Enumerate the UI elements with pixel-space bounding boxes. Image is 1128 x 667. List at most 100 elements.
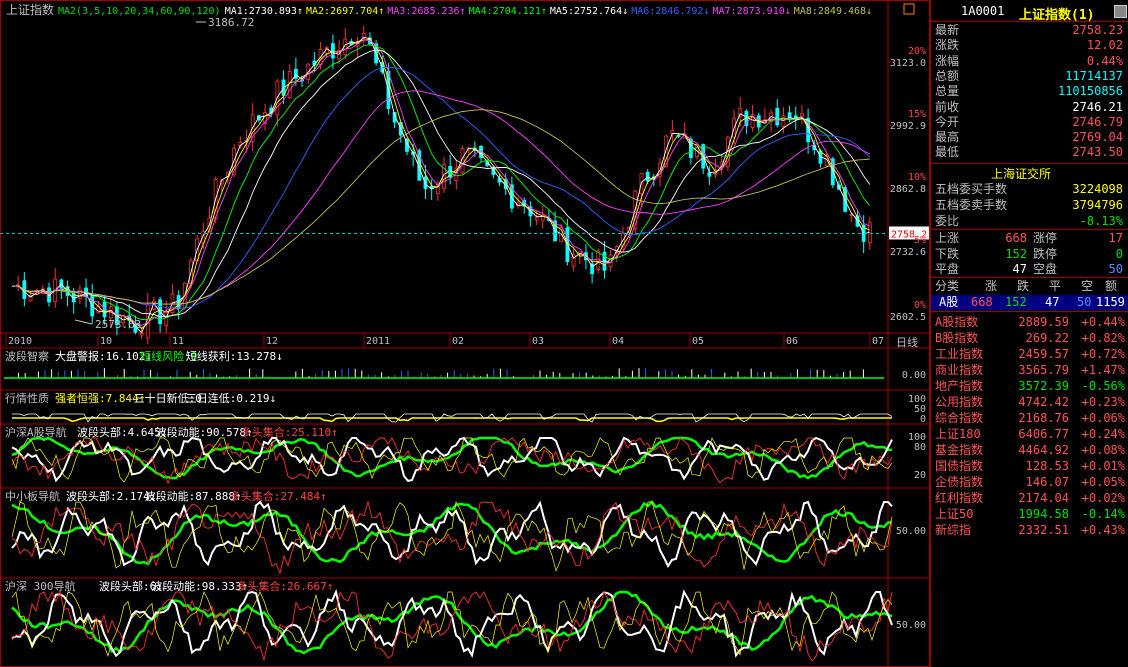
index-row[interactable]: 工业指数 2459.57 +0.72% (935, 346, 1127, 362)
month-label: 02 (452, 336, 464, 347)
breadth-row: 平盘 47 空盘 50 (935, 262, 1125, 277)
index-row[interactable]: 上证180 6406.77 +0.24% (935, 426, 1127, 442)
chart-title: 上证指数 (6, 2, 54, 17)
index-row[interactable]: 上证50 1994.58 -0.14% (935, 506, 1127, 522)
ma-label: MA8:2849.468↓ (794, 6, 872, 17)
order-label: 委比 (935, 214, 960, 228)
axis-price: 2732.6 (890, 247, 926, 258)
indicator-value: 大盘警报:16.102↓ (55, 349, 152, 363)
ma-label: MA3:2685.236↑ (387, 6, 465, 17)
index-row[interactable]: 企债指数 146.07 +0.05% (935, 474, 1127, 490)
breadth-row: 上涨 668 涨停 17 (935, 231, 1125, 246)
candle-body (645, 171, 650, 182)
quote-value: 2746.79 (1072, 114, 1123, 129)
moving-average-line (11, 90, 870, 305)
month-label: 10 (100, 336, 112, 347)
indicator-value: 三日连低:0.219↓ (186, 392, 276, 405)
index-name: 上证50 (935, 507, 974, 521)
settings-icon[interactable] (903, 3, 915, 15)
index-row[interactable]: 基金指数 4464.92 +0.08% (935, 442, 1127, 458)
index-name: 地产指数 (935, 379, 984, 393)
moving-average-line (11, 66, 871, 309)
candle-body (331, 43, 335, 59)
month-label: 11 (172, 336, 184, 347)
index-row[interactable]: 公用指数 4742.42 +0.23% (935, 394, 1127, 410)
index-value: 269.22 (1025, 331, 1069, 345)
index-row[interactable]: 综合指数 2168.76 +0.06% (935, 410, 1127, 426)
indicator-value: 波段动能:87.888↑ (145, 489, 242, 503)
index-name: 新综指 (935, 523, 972, 537)
candle-body (139, 332, 144, 336)
index-change: -0.14% (1081, 507, 1125, 521)
index-change: +1.47% (1081, 363, 1125, 377)
ma-label: MA2(3,5,10,20,34,60,90,120) (58, 6, 221, 17)
class-row-a-share[interactable]: A股 668 152 47 50 1159 (931, 295, 1128, 310)
quote-value: 11714137 (1065, 68, 1123, 83)
index-change: +0.23% (1081, 395, 1125, 409)
index-change: +0.44% (1081, 315, 1125, 329)
index-value: 2168.76 (1018, 411, 1069, 425)
indicator-value: 多头集合:27.484↑ (230, 489, 327, 503)
index-row[interactable]: A股指数 2889.59 +0.44% (935, 314, 1127, 330)
month-label: 03 (532, 336, 544, 347)
class-header-cell: 跌 (1017, 279, 1030, 293)
class-down: 152 (1005, 295, 1027, 309)
breadth-row: 下跌 152 跌停 0 (935, 247, 1125, 262)
index-name: 国债指数 (935, 459, 984, 473)
quote-row: 涨幅 0.44% (935, 54, 1125, 69)
index-value: 3572.39 (1018, 379, 1069, 393)
index-value: 128.53 (1025, 459, 1069, 473)
index-name: 基金指数 (935, 443, 984, 457)
ma-label: MA6:2846.792↓ (631, 6, 709, 17)
class-up: 668 (971, 295, 993, 309)
class-header-cell: 额 (1105, 279, 1118, 293)
axis-price: 3123.0 (890, 58, 926, 69)
quote-header: 1A0001 上证指数(1) (931, 4, 1128, 23)
candle-body (775, 107, 780, 126)
breadth-label: 涨停 (1033, 231, 1058, 245)
indicator-value: 波段头部:4.645↓ (77, 425, 167, 439)
order-value: -8.13% (1079, 214, 1123, 228)
axis-percent: 20% (908, 46, 926, 57)
quote-value: 12.02 (1086, 38, 1123, 53)
class-header-cell: 平 (1049, 279, 1062, 293)
order-value: 3224098 (1072, 182, 1123, 196)
axis-percent: 0% (914, 300, 926, 311)
index-row[interactable]: 地产指数 3572.39 -0.56% (935, 378, 1127, 394)
breadth-label: 平盘 (935, 262, 960, 276)
class-header-cell: 分类 (935, 279, 960, 293)
indicator-title: 波段智察 (5, 349, 49, 363)
index-value: 6406.77 (1018, 427, 1069, 441)
indicator-axis-label: 80 (914, 442, 926, 453)
order-row: 委比 -8.13% (935, 214, 1125, 229)
scroll-button[interactable] (1114, 5, 1127, 18)
long-set-line (11, 437, 893, 485)
index-row[interactable]: 红利指数 2174.04 +0.02% (935, 490, 1127, 506)
axis-price: 2602.5 (890, 312, 926, 323)
index-value: 2332.51 (1018, 523, 1069, 537)
index-name: 工业指数 (935, 347, 984, 361)
stock-code: 1A0001 (961, 4, 1005, 18)
index-row[interactable]: B股指数 269.22 +0.82% (935, 330, 1127, 346)
index-name: 商业指数 (935, 363, 984, 377)
quote-row: 前收 2746.21 (935, 100, 1125, 115)
index-value: 4742.42 (1018, 395, 1069, 409)
index-name: 上证180 (935, 427, 981, 441)
index-value: 2459.57 (1018, 347, 1069, 361)
month-label: 05 (692, 336, 704, 347)
quote-panel: 1A0001 上证指数(1) 最新 2758.23 涨跌 12.02 涨幅 0.44% 总额… (930, 0, 1128, 667)
indicator-axis-label: 20 (914, 470, 926, 481)
candle-body (707, 172, 712, 177)
moving-average-line (11, 39, 870, 326)
axis-percent: 5% (914, 235, 926, 246)
class-header-cell: 涨 (985, 279, 998, 293)
index-row[interactable]: 商业指数 3565.79 +1.47% (935, 362, 1127, 378)
breadth-value: 17 (1108, 231, 1123, 245)
index-row[interactable]: 新综指 2332.51 +0.43% (935, 522, 1127, 538)
low-pointer (74, 319, 93, 325)
indicator-value: 波段头部:2.174↓ (66, 489, 156, 503)
breadth-label: 下跌 (935, 246, 960, 261)
index-row[interactable]: 国债指数 128.53 +0.01% (935, 458, 1127, 474)
exchange-name: 上海证交所 (991, 167, 1052, 181)
quote-label: 最高 (935, 130, 960, 145)
